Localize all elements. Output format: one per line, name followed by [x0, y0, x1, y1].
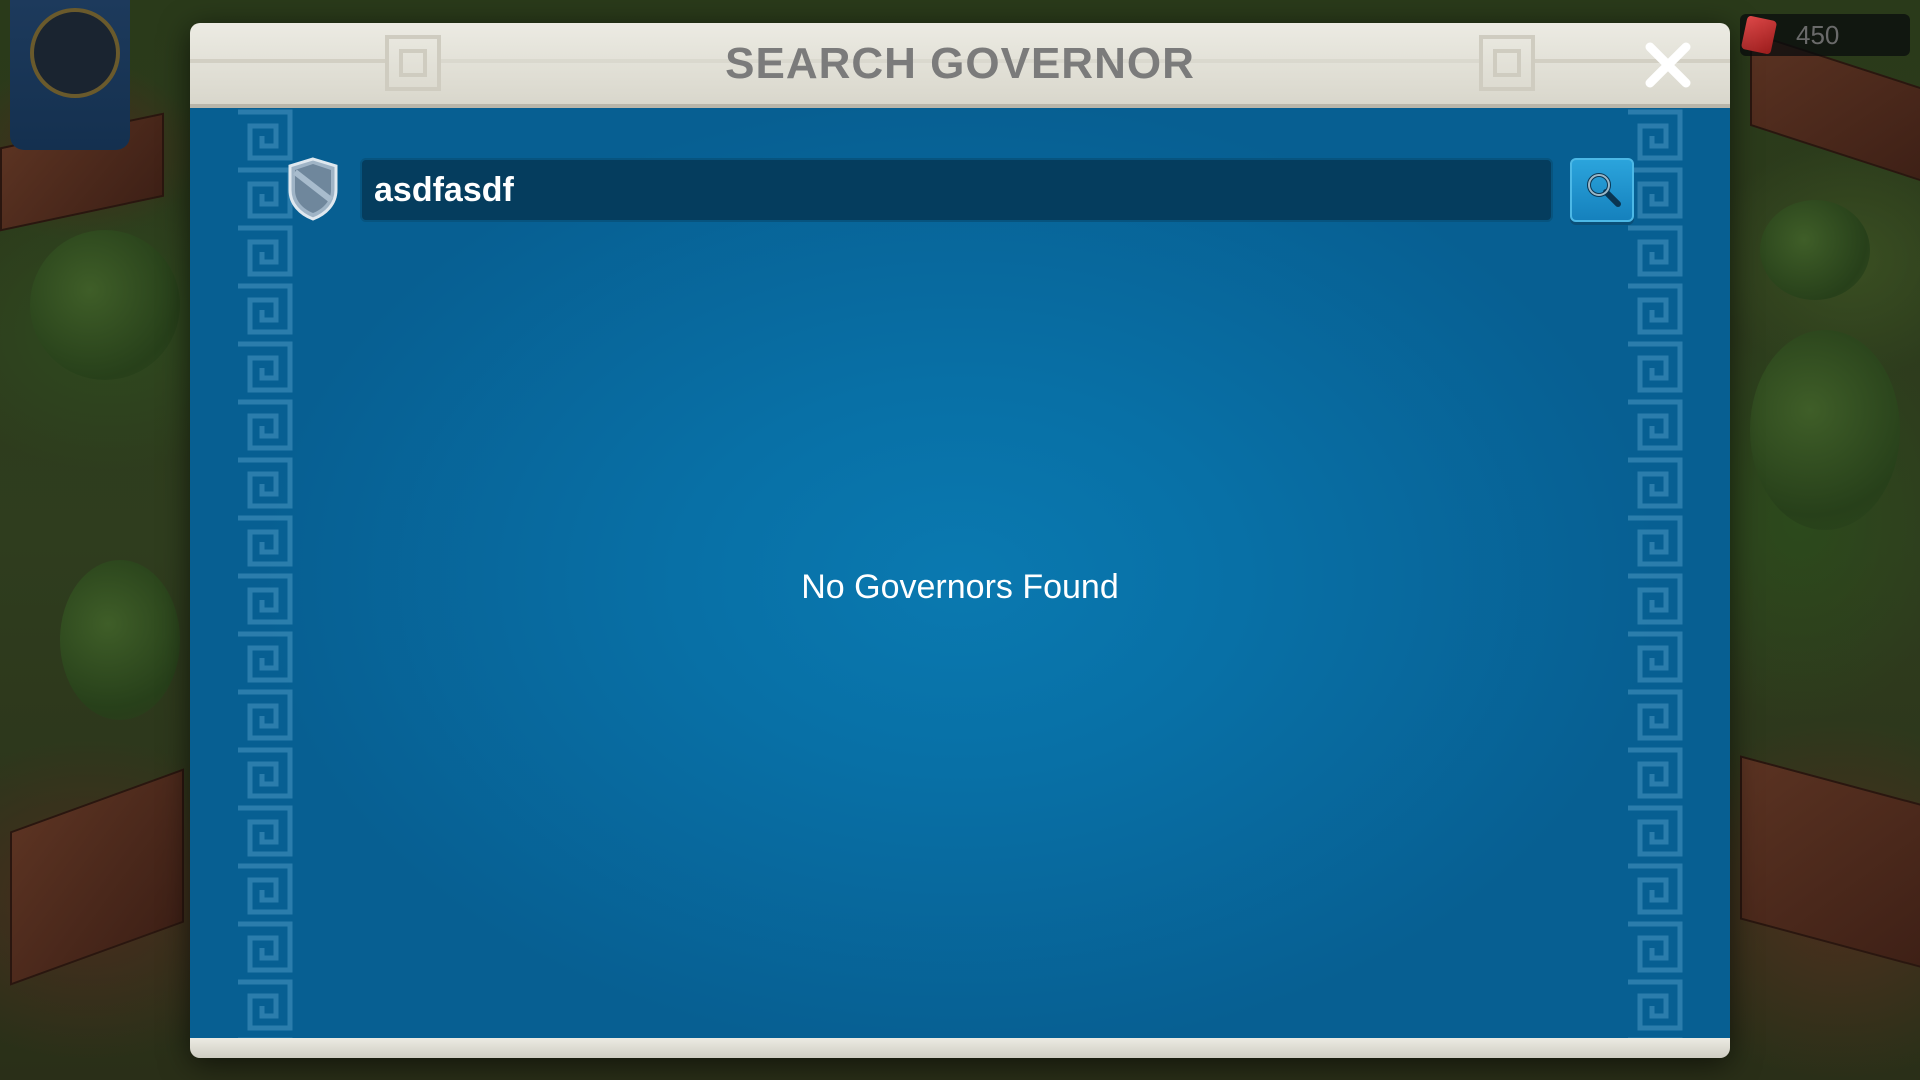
- shield-icon: [288, 157, 338, 221]
- gem-count: 450: [1796, 20, 1840, 50]
- dialog-header: SEARCH GOVERNOR: [190, 23, 1730, 108]
- dialog-footer: [190, 1038, 1730, 1058]
- building-roof: [1740, 755, 1920, 969]
- search-icon: [1587, 173, 1621, 207]
- player-avatar-banner[interactable]: [10, 0, 130, 150]
- dialog-title: SEARCH GOVERNOR: [725, 39, 1195, 88]
- tree-cluster: [60, 560, 180, 720]
- building-roof: [10, 768, 184, 986]
- tree-cluster: [30, 230, 180, 380]
- search-governor-dialog: SEARCH GOVERNOR asdfasdf No Governors Fo…: [190, 23, 1730, 1058]
- close-x-icon: [1645, 42, 1691, 88]
- tree-cluster: [1760, 200, 1870, 300]
- tree-cluster: [1750, 330, 1900, 530]
- gem-counter[interactable]: 450: [1740, 14, 1910, 56]
- avatar[interactable]: [30, 8, 120, 98]
- search-button[interactable]: [1570, 158, 1634, 222]
- gem-icon: [1740, 15, 1778, 55]
- close-button[interactable]: [1638, 35, 1698, 95]
- empty-results-message: No Governors Found: [801, 568, 1119, 606]
- governor-search-input[interactable]: [360, 158, 1553, 222]
